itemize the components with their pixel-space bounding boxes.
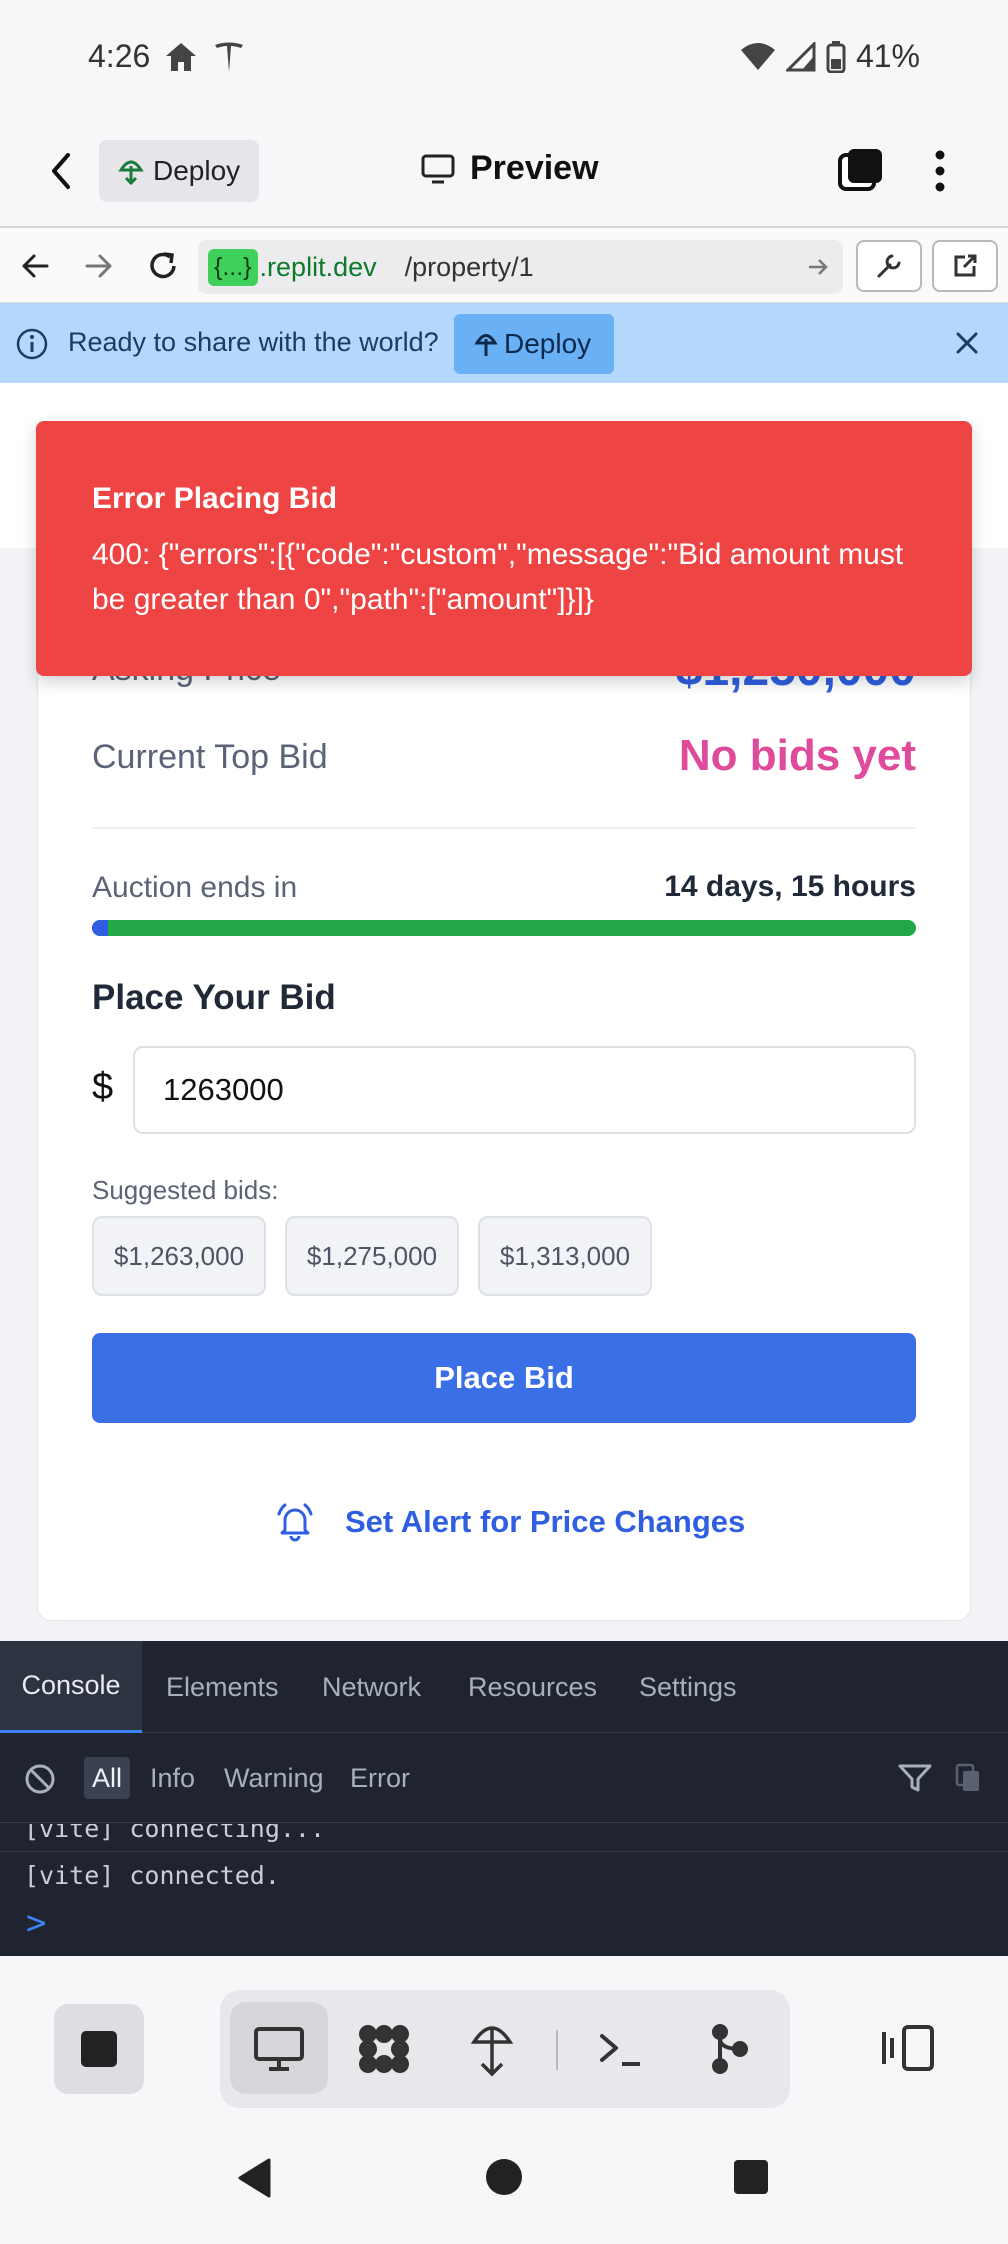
webview-icon[interactable]: [253, 2026, 305, 2072]
place-bid-button[interactable]: Place Bid: [92, 1333, 916, 1423]
auction-ends-value: 14 days, 15 hours: [664, 870, 916, 903]
tool-tray: [220, 1990, 790, 2108]
tab-network[interactable]: Network: [322, 1641, 421, 1733]
place-bid-heading: Place Your Bid: [92, 978, 336, 1017]
deploy-chip-label: Deploy: [153, 155, 241, 186]
suggested-bid-button[interactable]: $1,275,000: [285, 1216, 459, 1296]
filter-all[interactable]: All: [84, 1757, 131, 1799]
bell-icon: [275, 1502, 315, 1542]
close-banner-icon[interactable]: [955, 331, 979, 355]
deploy-icon: [117, 156, 145, 186]
back-icon[interactable]: [46, 151, 76, 191]
console-prompt[interactable]: >: [26, 1903, 46, 1943]
wifi-icon: [740, 42, 776, 72]
suggested-bids-label: Suggested bids:: [92, 1175, 279, 1205]
console-log-line: [vite] connecting...: [24, 1824, 326, 1843]
url-field[interactable]: {...} .replit.dev /property/1: [198, 240, 843, 294]
status-indicators: 41%: [740, 38, 920, 75]
monitor-icon: [420, 153, 456, 185]
set-alert-label: Set Alert for Price Changes: [345, 1504, 746, 1539]
url-host-pill: {...}: [208, 248, 258, 286]
open-external-button[interactable]: [932, 240, 998, 292]
git-icon[interactable]: [710, 2022, 750, 2076]
banner-deploy-label: Deploy: [504, 328, 592, 359]
system-nav-bar: [0, 2121, 1008, 2244]
tray-divider: [556, 2030, 558, 2070]
deployments-icon[interactable]: [470, 2020, 514, 2078]
filter-info[interactable]: Info: [150, 1757, 195, 1799]
bid-amount-input[interactable]: [133, 1046, 916, 1134]
filter-icon[interactable]: [898, 1763, 932, 1793]
copy-icon[interactable]: [955, 1763, 981, 1793]
go-arrow-icon[interactable]: [807, 257, 829, 277]
more-options-icon[interactable]: [930, 149, 950, 193]
wrench-icon: [875, 252, 903, 280]
error-toast-message: 400: {"errors":[{"code":"custom","messag…: [92, 538, 904, 616]
reload-icon[interactable]: [146, 249, 180, 283]
info-icon: [16, 328, 48, 360]
clear-console-icon[interactable]: [24, 1763, 56, 1795]
tab-elements[interactable]: Elements: [166, 1641, 279, 1733]
filter-error[interactable]: Error: [350, 1757, 410, 1799]
bottom-app-bar: [0, 1956, 1008, 2126]
tab-settings[interactable]: Settings: [639, 1641, 737, 1733]
error-toast: Error Placing Bid 400: {"errors":[{"code…: [36, 421, 972, 676]
console-filter-bar: All Info Warning Error: [0, 1733, 1008, 1823]
devtools-panel: Console Elements Network Resources Setti…: [0, 1641, 1008, 1956]
suggested-bid-button[interactable]: $1,263,000: [92, 1216, 266, 1296]
error-toast-title: Error Placing Bid: [92, 482, 338, 515]
log-separator: [0, 1851, 1008, 1852]
current-top-bid-value: No bids yet: [678, 731, 916, 780]
divider: [92, 827, 916, 829]
console-log-clip: [vite] connecting...: [0, 1824, 1008, 1854]
home-icon: [163, 40, 199, 74]
auction-ends-label: Auction ends in: [92, 871, 298, 904]
auction-progress-fill: [92, 920, 109, 936]
deploy-chip-button[interactable]: Deploy: [99, 140, 259, 202]
banner-deploy-button[interactable]: Deploy: [454, 314, 614, 374]
nav-back-icon[interactable]: [236, 2157, 272, 2199]
share-banner-text: Ready to share with the world?: [68, 327, 439, 357]
browser-forward-icon[interactable]: [84, 251, 114, 281]
status-bar: 4:26 41%: [0, 0, 1008, 115]
tabs-icon[interactable]: [836, 147, 884, 195]
shell-icon[interactable]: [598, 2030, 642, 2070]
current-top-bid-label: Current Top Bid: [92, 738, 328, 776]
devtools-wrench-button[interactable]: [856, 240, 922, 292]
suggested-bid-button[interactable]: $1,313,000: [478, 1216, 652, 1296]
tab-console[interactable]: Console: [0, 1641, 142, 1733]
tab-resources[interactable]: Resources: [468, 1641, 597, 1733]
preview-label: Preview: [470, 149, 599, 187]
url-path: /property/1: [404, 251, 534, 282]
nav-recents-icon[interactable]: [733, 2159, 769, 2195]
stop-icon: [79, 2029, 119, 2069]
workspace-icon[interactable]: [356, 2022, 412, 2076]
battery-percent: 41%: [855, 38, 920, 74]
deploy-icon: [474, 330, 498, 358]
url-host: .replit.dev: [259, 251, 377, 282]
signal-icon: [785, 41, 816, 72]
split-view-icon[interactable]: [880, 2024, 936, 2072]
stop-button[interactable]: [54, 2004, 144, 2094]
battery-icon: [826, 40, 846, 73]
console-log-line: [vite] connected.: [24, 1861, 280, 1890]
nav-home-icon[interactable]: [484, 2157, 524, 2197]
browser-back-icon[interactable]: [20, 251, 50, 281]
app-toolbar: Deploy Preview: [0, 115, 1008, 228]
url-bar-row: {...} .replit.dev /property/1: [0, 229, 1008, 303]
auction-progress-bar: [92, 920, 916, 936]
set-alert-link[interactable]: Set Alert for Price Changes: [275, 1502, 745, 1542]
preview-title: Preview: [420, 149, 599, 188]
tesla-icon: [213, 40, 245, 74]
share-banner: Ready to share with the world? Deploy: [0, 303, 1008, 383]
filter-warning[interactable]: Warning: [224, 1757, 324, 1799]
devtools-tabs: Console Elements Network Resources Setti…: [0, 1641, 1008, 1733]
status-time: 4:26: [88, 38, 151, 74]
external-link-icon: [951, 252, 979, 280]
currency-symbol: $: [92, 1066, 114, 1108]
